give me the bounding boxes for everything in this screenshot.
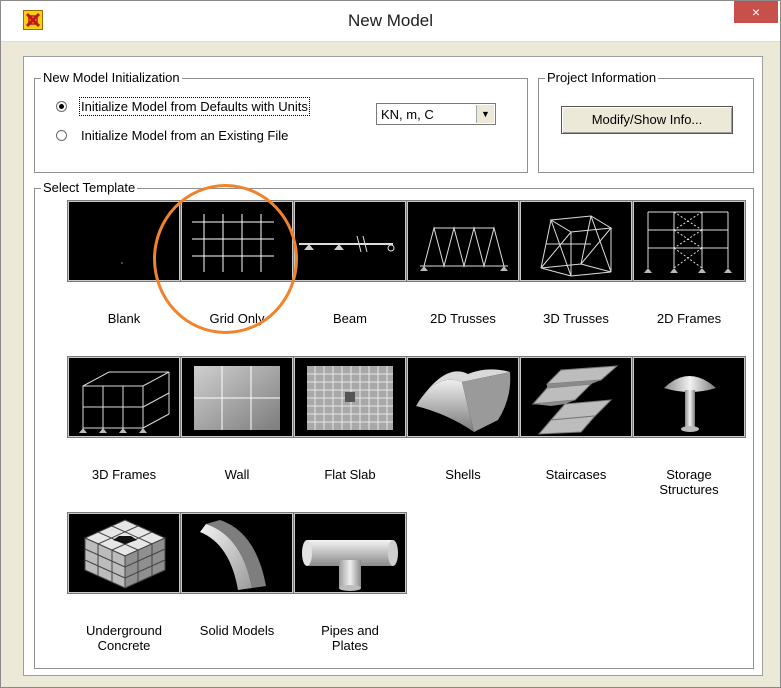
template-flat-slab-label[interactable]: Flat Slab (294, 467, 406, 482)
title-bar: New Model × (1, 1, 780, 42)
radio-defaults-indicator[interactable] (56, 101, 67, 112)
project-information-legend: Project Information (547, 70, 657, 85)
template-3d-trusses-label[interactable]: 3D Trusses (520, 311, 632, 326)
modify-show-info-button[interactable]: Modify/Show Info... (561, 106, 733, 134)
close-button[interactable]: × (734, 1, 778, 23)
template-3d-frames-label[interactable]: 3D Frames (68, 467, 180, 482)
template-solid-models[interactable] (180, 512, 294, 594)
template-wall-label[interactable]: Wall (181, 467, 293, 482)
model-initialization-legend: New Model Initialization (43, 70, 180, 85)
window-title: New Model (347, 11, 434, 30)
template-storage-structures[interactable] (632, 356, 746, 438)
underground-label-line2: Concrete (97, 638, 151, 653)
radio-existing-label[interactable]: Initialize Model from an Existing File (81, 128, 288, 143)
select-template-legend: Select Template (43, 180, 136, 195)
template-3d-trusses[interactable] (519, 200, 633, 282)
template-grid-only-label[interactable]: Grid Only (181, 311, 293, 326)
pipes-label-line2: Plates (331, 638, 369, 653)
new-model-dialog: New Model × New Model Initialization Ini… (0, 0, 781, 688)
template-grid-only[interactable] (180, 200, 294, 282)
template-underground-concrete[interactable] (67, 512, 181, 594)
template-shells[interactable] (406, 356, 520, 438)
units-dropdown[interactable]: KN, m, C ▼ (376, 103, 496, 125)
template-flat-slab[interactable] (293, 356, 407, 438)
template-storage-structures-label[interactable]: Storage Structures (633, 467, 745, 497)
template-2d-trusses-label[interactable]: 2D Trusses (407, 311, 519, 326)
template-beam-label[interactable]: Beam (294, 311, 406, 326)
radio-defaults-label[interactable]: Initialize Model from Defaults with Unit… (79, 97, 310, 116)
template-wall[interactable] (180, 356, 294, 438)
template-blank[interactable] (67, 200, 181, 282)
template-shells-label[interactable]: Shells (407, 467, 519, 482)
template-beam[interactable] (293, 200, 407, 282)
units-value: KN, m, C (381, 107, 434, 122)
chevron-down-icon[interactable]: ▼ (476, 105, 494, 123)
underground-label-line1: Underground (86, 623, 162, 638)
close-icon: × (751, 4, 761, 20)
dialog-panel: New Model Initialization Initialize Mode… (23, 56, 763, 676)
template-underground-concrete-label[interactable]: Underground Concrete (68, 623, 180, 653)
radio-existing-indicator[interactable] (56, 130, 67, 141)
template-2d-trusses[interactable] (406, 200, 520, 282)
radio-init-defaults[interactable]: Initialize Model from Defaults with Unit… (56, 97, 310, 116)
template-3d-frames[interactable] (67, 356, 181, 438)
template-staircases[interactable] (519, 356, 633, 438)
storage-label-line2: Structures (659, 482, 719, 497)
pipes-label-line1: Pipes and (321, 623, 379, 638)
radio-init-existing-file[interactable]: Initialize Model from an Existing File (56, 128, 288, 143)
template-solid-models-label[interactable]: Solid Models (181, 623, 293, 638)
dialog-client-area: New Model Initialization Initialize Mode… (11, 48, 773, 684)
storage-label-line1: Storage (666, 467, 712, 482)
template-staircases-label[interactable]: Staircases (520, 467, 632, 482)
template-blank-label[interactable]: Blank (68, 311, 180, 326)
template-2d-frames-label[interactable]: 2D Frames (633, 311, 745, 326)
template-pipes-and-plates-label[interactable]: Pipes and Plates (294, 623, 406, 653)
template-2d-frames[interactable] (632, 200, 746, 282)
template-pipes-and-plates[interactable] (293, 512, 407, 594)
